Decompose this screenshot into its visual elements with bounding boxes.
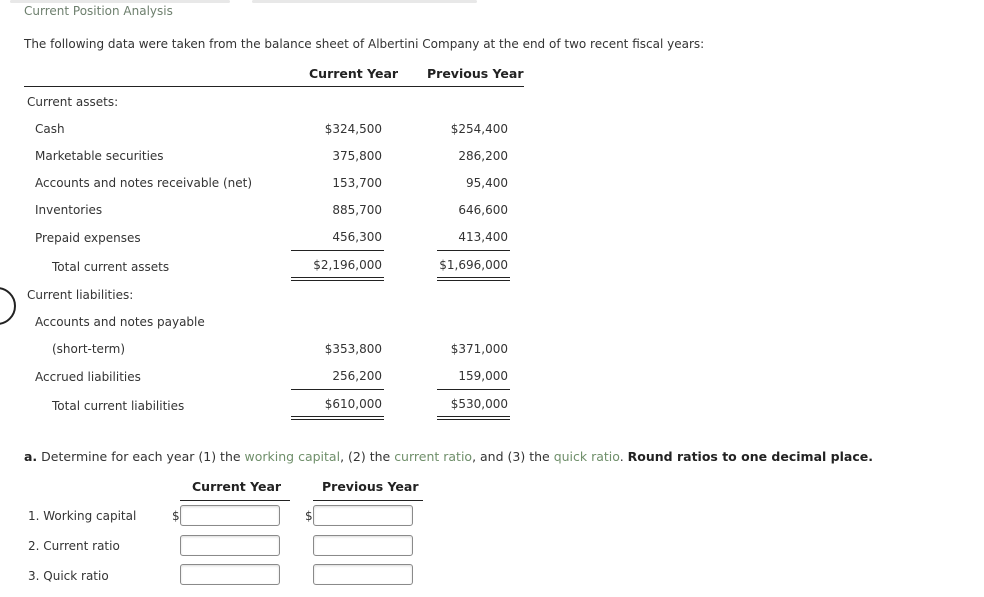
value-previous: 286,200 <box>458 149 508 163</box>
working-capital-current-input[interactable] <box>180 505 280 526</box>
answer-header-previous-year: Previous Year <box>322 479 419 494</box>
question-prefix: a. <box>24 449 38 464</box>
current-ratio-current-input[interactable] <box>180 535 280 556</box>
answer-header-rule-current <box>180 500 290 501</box>
answer-header-rule-previous <box>313 500 423 501</box>
total-current: $610,000 <box>324 397 382 411</box>
current-liabilities-heading: Current liabilities: <box>27 288 134 302</box>
question-text-part: , and (3) the <box>472 449 554 464</box>
row-label: Prepaid expenses <box>35 231 141 245</box>
row-label: (short-term) <box>52 342 126 356</box>
current-ratio-previous-input[interactable] <box>313 535 413 556</box>
value-previous: 95,400 <box>466 176 508 190</box>
working-capital-previous-input[interactable] <box>313 505 413 526</box>
total-previous: $1,696,000 <box>439 258 508 272</box>
value-current: 456,300 <box>332 230 382 244</box>
row-label: Marketable securities <box>35 149 164 163</box>
answer-label-quick-ratio: 3. Quick ratio <box>28 569 109 583</box>
value-current: 885,700 <box>332 203 382 217</box>
row-label: Inventories <box>35 203 103 217</box>
column-header-current-year: Current Year <box>309 66 399 81</box>
value-previous: 159,000 <box>458 369 508 383</box>
value-current: $324,500 <box>324 122 382 136</box>
answer-header-current-year: Current Year <box>192 479 282 494</box>
current-ratio-link[interactable]: current ratio <box>394 449 472 464</box>
double-rule-previous <box>437 416 510 420</box>
total-label: Total current assets <box>52 260 170 274</box>
total-previous: $530,000 <box>450 397 508 411</box>
quick-ratio-link[interactable]: quick ratio <box>554 449 620 464</box>
subtotal-rule-current <box>291 389 384 390</box>
question-text-part: . <box>619 449 628 464</box>
rounding-instruction: Round ratios to one decimal place. <box>627 449 873 464</box>
total-current: $2,196,000 <box>313 258 382 272</box>
subtotal-rule-current <box>291 250 384 251</box>
quick-ratio-previous-input[interactable] <box>313 564 413 585</box>
row-label: Accrued liabilities <box>35 370 141 384</box>
column-header-previous-year: Previous Year <box>427 66 524 81</box>
radio-circle-icon[interactable] <box>0 287 16 325</box>
value-previous: $371,000 <box>450 342 508 356</box>
subtotal-rule-previous <box>437 250 510 251</box>
top-tab-bar-left <box>10 0 230 3</box>
question-text-part: Determine for each year (1) the <box>37 449 245 464</box>
value-previous: $254,400 <box>450 122 508 136</box>
top-tab-bar-right <box>252 0 477 3</box>
total-label: Total current liabilities <box>52 399 185 413</box>
answer-label-working-capital: 1. Working capital <box>28 509 137 523</box>
row-label: Accounts and notes receivable (net) <box>35 176 253 190</box>
value-previous: 413,400 <box>458 230 508 244</box>
quick-ratio-current-input[interactable] <box>180 564 280 585</box>
question-text: a. Determine for each year (1) the worki… <box>24 449 873 464</box>
section-title: Current Position Analysis <box>24 4 173 18</box>
double-rule-current <box>291 416 384 420</box>
value-current: 153,700 <box>332 176 382 190</box>
dollar-sign: $ <box>305 509 313 523</box>
value-current: 375,800 <box>332 149 382 163</box>
header-divider <box>24 86 524 87</box>
row-label: Cash <box>35 122 65 136</box>
value-current: 256,200 <box>332 369 382 383</box>
current-assets-heading: Current assets: <box>27 95 119 109</box>
working-capital-link[interactable]: working capital <box>245 449 341 464</box>
subtotal-rule-previous <box>437 389 510 390</box>
double-rule-previous <box>437 277 510 281</box>
answer-label-current-ratio: 2. Current ratio <box>28 539 120 553</box>
intro-text: The following data were taken from the b… <box>24 37 705 51</box>
dollar-sign: $ <box>172 509 180 523</box>
value-current: $353,800 <box>324 342 382 356</box>
row-label: Accounts and notes payable <box>35 315 205 329</box>
question-text-part: , (2) the <box>340 449 395 464</box>
double-rule-current <box>291 277 384 281</box>
value-previous: 646,600 <box>458 203 508 217</box>
